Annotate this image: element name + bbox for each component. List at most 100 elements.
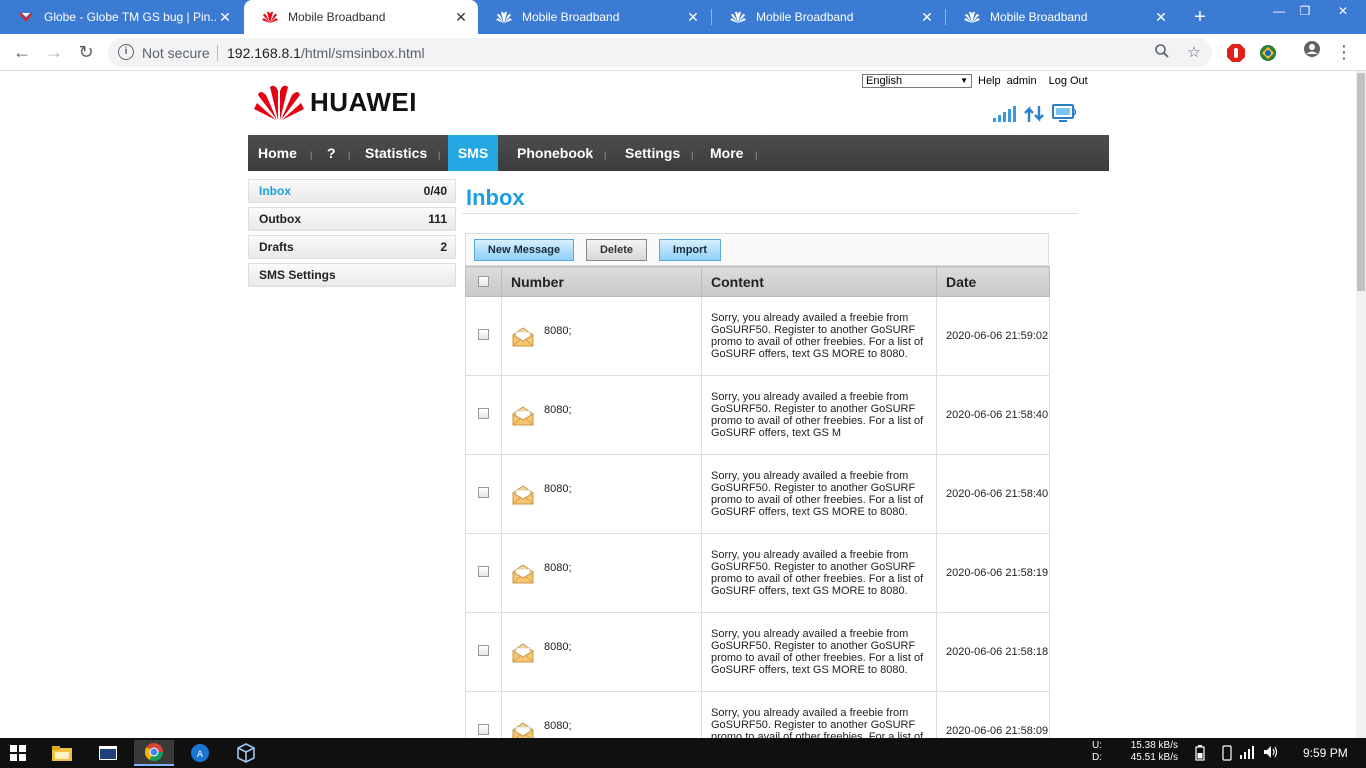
nav-help[interactable]: ?	[327, 135, 336, 171]
close-window-button[interactable]: ✕	[1320, 0, 1366, 24]
forward-button[interactable]: →	[42, 40, 66, 64]
menu-kebab-icon[interactable]: ⋮	[1332, 40, 1356, 64]
language-select[interactable]: English ▼	[862, 74, 972, 88]
table-row[interactable]: 8080; Sorry, you already availed a freebi…	[465, 375, 1050, 455]
windows-start-icon[interactable]	[0, 740, 36, 766]
sidebar-item-label: Drafts	[259, 240, 294, 254]
sidebar-item-sms-settings[interactable]: SMS Settings	[248, 263, 456, 287]
sms-sidebar: Inbox 0/40 Outbox 111 Drafts 2 SMS Setti…	[248, 179, 456, 291]
select-all-checkbox[interactable]	[478, 275, 489, 287]
huawei-favicon-icon	[262, 11, 278, 23]
sidebar-item-outbox[interactable]: Outbox 111	[248, 207, 456, 231]
reload-button[interactable]: ↻	[74, 40, 98, 64]
help-link[interactable]: Help	[978, 75, 1001, 87]
row-checkbox[interactable]	[478, 724, 489, 735]
column-header-content[interactable]: Content	[701, 266, 937, 297]
row-checkbox-cell	[465, 612, 502, 692]
number-cell: 8080;	[501, 612, 702, 692]
nav-home[interactable]: Home	[258, 135, 297, 171]
adblock-extension-icon[interactable]	[1226, 43, 1246, 63]
sidebar-item-count: 2	[440, 240, 447, 254]
globe-favicon-icon	[20, 12, 32, 22]
message-content[interactable]: Sorry, you already availed a freebie fro…	[701, 375, 937, 455]
volume-icon[interactable]	[1263, 745, 1279, 761]
device-status	[992, 104, 1078, 124]
chrome-icon[interactable]	[134, 740, 174, 766]
message-content[interactable]: Sorry, you already availed a freebie fro…	[701, 612, 937, 692]
file-explorer-icon[interactable]	[42, 740, 82, 766]
url-text[interactable]: 192.168.8.1/html/smsinbox.html	[227, 45, 425, 61]
upload-label: U:	[1092, 740, 1102, 751]
sidebar-item-count: 0/40	[423, 184, 447, 198]
nav-more[interactable]: More	[710, 135, 743, 171]
delete-button[interactable]: Delete	[586, 239, 647, 261]
sidebar-item-drafts[interactable]: Drafts 2	[248, 235, 456, 259]
close-icon[interactable]: ✕	[1154, 9, 1168, 26]
browser-tab-2[interactable]: Mobile Broadband ✕	[478, 0, 710, 34]
browser-tab-0[interactable]: Globe - Globe TM GS bug | Pin... ✕	[0, 0, 242, 34]
browser-tab-3[interactable]: Mobile Broadband ✕	[712, 0, 944, 34]
close-icon[interactable]: ✕	[686, 9, 700, 26]
system-clock[interactable]: 9:59 PM	[1303, 746, 1348, 760]
table-row[interactable]: 8080; Sorry, you already availed a freebi…	[465, 533, 1050, 613]
message-date: 2020-06-06 21:58:40	[936, 375, 1050, 455]
select-all-cell	[465, 266, 502, 297]
battery-icon[interactable]	[1192, 745, 1208, 761]
app-circle-icon[interactable]: A	[180, 740, 220, 766]
nav-phonebook[interactable]: Phonebook	[517, 135, 593, 171]
app-window-icon[interactable]	[88, 740, 128, 766]
message-number: 8080;	[544, 562, 572, 574]
message-date: 2020-06-06 21:59:02	[936, 296, 1050, 376]
virtualbox-icon[interactable]	[226, 740, 266, 766]
table-row[interactable]: 8080; Sorry, you already availed a freebi…	[465, 296, 1050, 376]
message-content[interactable]: Sorry, you already availed a freebie fro…	[701, 454, 937, 534]
sidebar-item-inbox[interactable]: Inbox 0/40	[248, 179, 456, 203]
message-content[interactable]: Sorry, you already availed a freebie fro…	[701, 533, 937, 613]
browser-tab-4[interactable]: Mobile Broadband ✕	[946, 0, 1178, 34]
message-content[interactable]: Sorry, you already availed a freebie fro…	[701, 691, 937, 738]
extension-icon[interactable]	[1258, 43, 1278, 63]
row-checkbox[interactable]	[478, 408, 489, 419]
column-header-date[interactable]: Date	[936, 266, 1050, 297]
message-toolbar: New Message Delete Import	[465, 233, 1049, 266]
browser-tab-1[interactable]: Mobile Broadband ✕	[244, 0, 478, 34]
nav-statistics[interactable]: Statistics	[365, 135, 427, 171]
number-cell: 8080;	[501, 296, 702, 376]
close-icon[interactable]: ✕	[218, 9, 232, 26]
row-checkbox[interactable]	[478, 645, 489, 656]
table-row[interactable]: 8080; Sorry, you already availed a freebi…	[465, 612, 1050, 692]
nav-settings[interactable]: Settings	[625, 135, 680, 171]
table-row[interactable]: 8080; Sorry, you already availed a freebi…	[465, 454, 1050, 534]
page-title: Inbox	[466, 185, 525, 210]
dropdown-arrow-icon: ▼	[960, 76, 968, 85]
phone-tray-icon[interactable]	[1219, 745, 1235, 761]
info-icon[interactable]: i	[118, 44, 134, 60]
close-icon[interactable]: ✕	[920, 9, 934, 26]
close-icon[interactable]: ✕	[454, 9, 468, 26]
bookmark-star-icon[interactable]: ☆	[1184, 43, 1204, 63]
message-number: 8080;	[544, 404, 572, 416]
address-bar[interactable]: i Not secure 192.168.8.1/html/smsinbox.h…	[108, 38, 1212, 67]
new-message-button[interactable]: New Message	[474, 239, 574, 261]
nav-sms[interactable]: SMS	[448, 135, 498, 171]
page-scrollbar[interactable]	[1356, 71, 1366, 738]
table-row[interactable]: 8080; Sorry, you already availed a freebi…	[465, 691, 1050, 738]
row-checkbox-cell	[465, 375, 502, 455]
cellular-signal-icon[interactable]	[1239, 745, 1255, 761]
row-checkbox[interactable]	[478, 329, 489, 340]
row-checkbox-cell	[465, 533, 502, 613]
url-host: 192.168.8.1	[227, 45, 301, 61]
row-checkbox[interactable]	[478, 566, 489, 577]
logout-link[interactable]: Log Out	[1049, 75, 1088, 87]
row-checkbox[interactable]	[478, 487, 489, 498]
back-button[interactable]: ←	[10, 40, 34, 64]
column-header-number[interactable]: Number	[501, 266, 702, 297]
new-tab-button[interactable]: +	[1188, 5, 1212, 29]
import-button[interactable]: Import	[659, 239, 721, 261]
scrollbar-thumb[interactable]	[1357, 73, 1365, 291]
huawei-logo: HUAWEI	[254, 83, 417, 121]
sidebar-item-label: Inbox	[259, 184, 291, 198]
profile-avatar-icon[interactable]	[1300, 40, 1324, 64]
zoom-icon[interactable]	[1152, 43, 1172, 63]
message-content[interactable]: Sorry, you already availed a freebie fro…	[701, 296, 937, 376]
